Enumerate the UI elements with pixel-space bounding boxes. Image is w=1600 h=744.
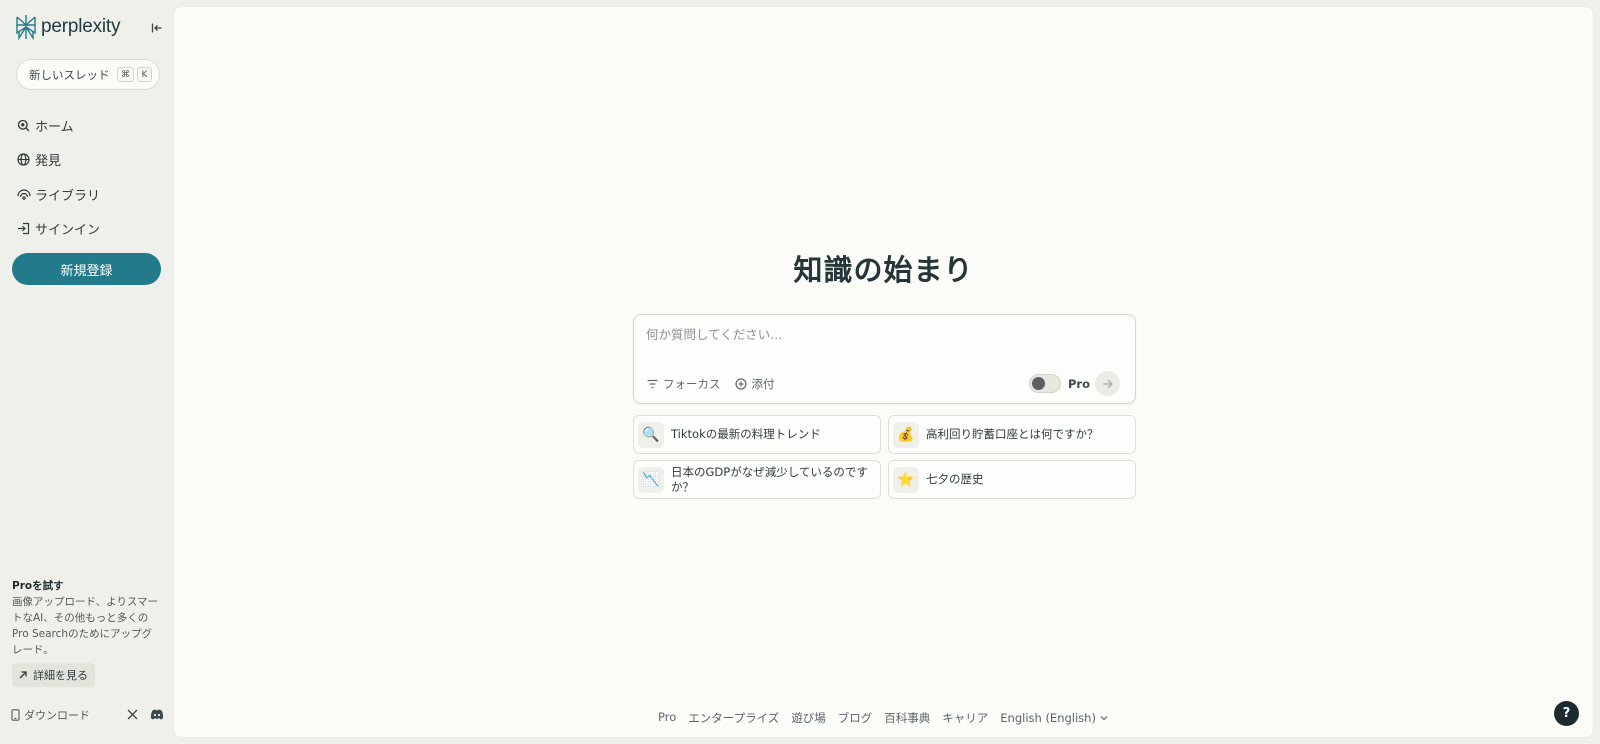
footer-link-pro[interactable]: Pro	[658, 710, 676, 726]
sidebar-item-library[interactable]: ライブラリ	[16, 177, 166, 212]
collapse-icon	[151, 23, 162, 33]
new-thread-button[interactable]: 新しいスレッド ⌘ K	[16, 59, 160, 90]
chevron-down-icon	[1100, 716, 1108, 721]
ask-tools: フォーカス 添付	[647, 376, 789, 392]
suggestion-text: Tiktokの最新の料理トレンド	[671, 427, 821, 441]
money-bag-emoji-icon: 💰	[893, 421, 919, 448]
discord-icon[interactable]	[149, 706, 165, 722]
language-label: English (English)	[1000, 711, 1096, 725]
footer-link-enterprise[interactable]: エンタープライズ	[688, 710, 779, 726]
filter-icon	[647, 379, 658, 389]
pro-promo-title: Proを試す	[12, 580, 64, 592]
k-key: K	[137, 67, 152, 82]
brand-name: perplexity	[41, 16, 121, 37]
sidebar-item-label: サインイン	[35, 223, 101, 239]
learn-more-button[interactable]: 詳細を見る	[12, 663, 95, 687]
magnifier-emoji-icon: 🔍	[638, 421, 664, 448]
focus-button[interactable]: フォーカス	[647, 376, 721, 392]
new-thread-label: 新しいスレッド	[29, 67, 110, 82]
phone-icon	[11, 709, 20, 721]
attach-button[interactable]: 添付	[734, 376, 775, 392]
sidebar-item-sign-in[interactable]: サインイン	[16, 212, 166, 247]
toggle-knob	[1032, 377, 1045, 390]
suggestion-card[interactable]: 📉 日本のGDPがなぜ減少しているのですか？	[633, 460, 881, 499]
perplexity-logo-icon	[16, 15, 36, 40]
shortcut-hint: ⌘ K	[117, 67, 152, 82]
x-twitter-icon[interactable]	[124, 706, 140, 722]
suggestion-card[interactable]: 🔍 Tiktokの最新の料理トレンド	[633, 415, 881, 454]
suggestion-card[interactable]: 💰 高利回り貯蓄口座とは何ですか？	[888, 415, 1136, 454]
submit-button[interactable]	[1095, 371, 1120, 396]
sidebar-item-home[interactable]: ホーム	[16, 108, 166, 143]
footer-link-encyclopedia[interactable]: 百科事典	[884, 710, 930, 726]
footer-link-blog[interactable]: ブログ	[838, 710, 873, 726]
main-panel: 知識の始まり フォーカス 添付 Pro 🔍 Tiktokの最新の料理トレンド	[173, 6, 1594, 738]
perplexity-logo[interactable]: perplexity	[14, 14, 121, 40]
sign-in-icon	[16, 221, 31, 236]
toggle-track[interactable]	[1029, 374, 1061, 393]
search-icon	[16, 118, 31, 133]
footer-link-careers[interactable]: キャリア	[942, 710, 988, 726]
signup-button[interactable]: 新規登録	[12, 253, 161, 285]
download-label: ダウンロード	[24, 709, 90, 722]
suggestion-card[interactable]: ⭐ 七夕の歴史	[888, 460, 1136, 499]
learn-more-label: 詳細を見る	[33, 669, 88, 682]
collapse-sidebar-button[interactable]	[148, 19, 166, 37]
help-button[interactable]: ?	[1554, 701, 1579, 726]
ask-input[interactable]	[646, 327, 1116, 342]
focus-label: フォーカス	[663, 377, 721, 391]
sidebar-footer: ダウンロード	[11, 707, 166, 723]
sidebar-item-label: ライブラリ	[35, 188, 101, 204]
suggestion-text: 日本のGDPがなぜ減少しているのですか？	[671, 464, 868, 494]
sidebar-item-label: 発見	[35, 154, 62, 170]
footer-links: Pro エンタープライズ 遊び場 ブログ 百科事典 キャリア English (…	[174, 710, 1593, 726]
library-icon	[16, 187, 31, 202]
plus-circle-icon	[734, 378, 747, 390]
ask-box: フォーカス 添付 Pro	[633, 314, 1136, 404]
pro-toggle[interactable]: Pro	[1029, 374, 1090, 393]
chart-down-emoji-icon: 📉	[638, 466, 664, 493]
command-key: ⌘	[117, 67, 134, 82]
arrow-up-right-icon	[19, 671, 27, 679]
star-emoji-icon: ⭐	[893, 466, 919, 493]
pro-toggle-label: Pro	[1068, 376, 1091, 391]
suggestion-text: 高利回り貯蓄口座とは何ですか？	[926, 427, 1099, 441]
arrow-right-icon	[1103, 379, 1113, 388]
globe-icon	[16, 152, 31, 167]
hero-heading: 知識の始まり	[793, 253, 974, 287]
sidebar-nav: ホーム 発見 ライブラリ サインイン	[16, 108, 166, 246]
attach-label: 添付	[751, 377, 775, 391]
pro-promo: Proを試す 画像アップロード、よりスマートなAI、その他もっと多くのPro S…	[12, 578, 162, 658]
suggestion-text: 七夕の歴史	[926, 472, 984, 486]
pro-promo-body: 画像アップロード、よりスマートなAI、その他もっと多くのPro Searchのた…	[12, 596, 159, 656]
footer-link-playground[interactable]: 遊び場	[791, 710, 826, 726]
sidebar-item-label: ホーム	[35, 119, 74, 135]
sidebar: perplexity 新しいスレッド ⌘ K ホーム 発見 ライブラリ サインイ…	[0, 0, 172, 744]
download-button[interactable]: ダウンロード	[11, 707, 90, 723]
sidebar-item-discover[interactable]: 発見	[16, 143, 166, 178]
language-selector[interactable]: English (English)	[1000, 710, 1109, 726]
